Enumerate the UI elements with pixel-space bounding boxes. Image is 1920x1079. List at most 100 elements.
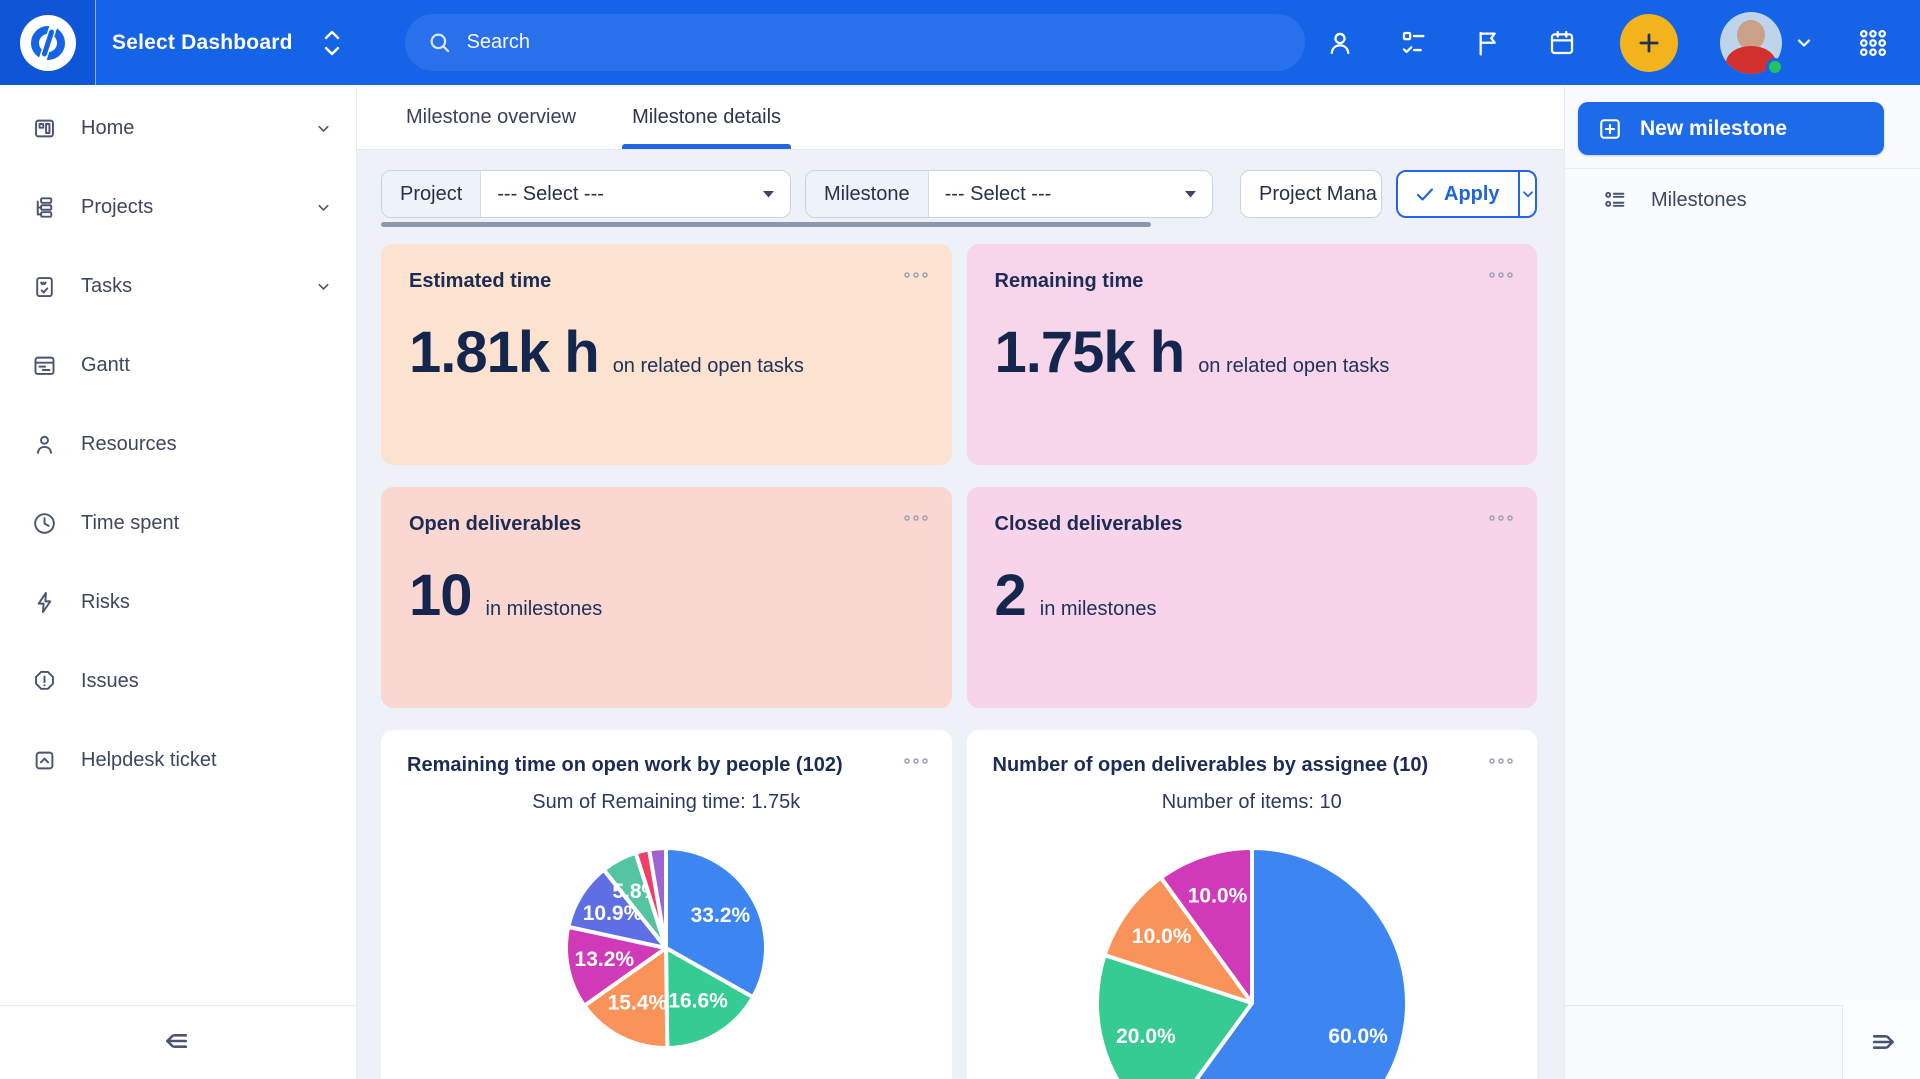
- apply-button-label: Apply: [1444, 183, 1500, 206]
- card-menu-icon[interactable]: [902, 754, 930, 769]
- collapse-sidebar-icon[interactable]: [161, 1024, 195, 1061]
- risks-icon: [31, 589, 58, 616]
- card-estimated-time: Estimated time 1.81k h on related open t…: [381, 244, 952, 465]
- pie-chart: 33.2%16.6%15.4%13.2%10.9%5.8%: [407, 842, 926, 1054]
- filter-project-label: Project: [382, 171, 481, 217]
- plus-icon: [1634, 28, 1664, 58]
- pie-chart: 60.0%20.0%10.0%10.0%: [993, 842, 1512, 1079]
- sidebar-item-label: Tasks: [81, 275, 292, 298]
- tab-milestone-details[interactable]: Milestone details: [622, 85, 791, 149]
- sidebar-item-projects[interactable]: Projects: [0, 168, 356, 247]
- svg-text:60.0%: 60.0%: [1328, 1025, 1388, 1048]
- sidebar-item-label: Helpdesk ticket: [81, 749, 332, 772]
- filter-project-select[interactable]: --- Select ---: [481, 171, 790, 217]
- card-menu-icon[interactable]: [1487, 268, 1515, 283]
- card-open-deliverables: Open deliverables 10 in milestones: [381, 487, 952, 708]
- dashboard-selector-label: Select Dashboard: [112, 31, 293, 55]
- svg-text:33.2%: 33.2%: [691, 904, 751, 927]
- card-title: Estimated time: [409, 270, 924, 293]
- sidebar-item-label: Risks: [81, 591, 332, 614]
- home-icon: [31, 115, 58, 142]
- sidebar-item-home[interactable]: Home: [0, 89, 356, 168]
- app-logo[interactable]: [0, 0, 96, 85]
- card-title: Open deliverables: [409, 513, 924, 536]
- add-button[interactable]: [1620, 14, 1678, 72]
- chevron-down-icon: [315, 199, 332, 216]
- card-caption: in milestones: [1040, 598, 1157, 621]
- new-milestone-button[interactable]: New milestone: [1578, 102, 1884, 155]
- sidebar-item-tasks[interactable]: Tasks: [0, 247, 356, 326]
- filter-project-manager[interactable]: Project Mana: [1240, 170, 1382, 218]
- filter-project-manager-label: Project Mana: [1241, 171, 1382, 217]
- pie-chart-svg: 33.2%16.6%15.4%13.2%10.9%5.8%: [560, 842, 772, 1054]
- card-caption: on related open tasks: [613, 355, 804, 378]
- dashboard-selector[interactable]: Select Dashboard: [112, 26, 345, 60]
- chart-open-deliverables-by-assignee: Number of open deliverables by assignee …: [967, 730, 1538, 1079]
- search-bar[interactable]: [405, 14, 1305, 71]
- card-value: 1.75k h: [995, 319, 1185, 386]
- dropdown-arrow-icon: [1185, 191, 1196, 198]
- tab-bar: Milestone overview Milestone details: [357, 85, 1564, 150]
- flag-icon[interactable]: [1472, 27, 1504, 59]
- card-value: 10: [409, 562, 472, 629]
- chevron-down-icon: [315, 278, 332, 295]
- chart-title: Remaining time on open work by people (1…: [407, 754, 926, 777]
- sidebar-item-resources[interactable]: Resources: [0, 405, 356, 484]
- sidebar: Home Projects Tasks Gantt: [0, 85, 357, 1079]
- svg-text:20.0%: 20.0%: [1116, 1025, 1176, 1048]
- apps-grid-icon[interactable]: [1856, 26, 1890, 60]
- sidebar-item-label: Home: [81, 117, 292, 140]
- card-value: 1.81k h: [409, 319, 599, 386]
- search-icon: [427, 30, 453, 56]
- account-menu: [1720, 12, 1814, 74]
- filter-horizontal-scrollbar[interactable]: [381, 222, 1151, 227]
- chevron-down-icon[interactable]: [1794, 33, 1814, 53]
- new-milestone-label: New milestone: [1640, 117, 1787, 141]
- right-panel-item-milestones[interactable]: Milestones: [1565, 169, 1920, 231]
- filter-milestone-label: Milestone: [806, 171, 929, 217]
- sidebar-item-label: Gantt: [81, 354, 332, 377]
- sidebar-item-gantt[interactable]: Gantt: [0, 326, 356, 405]
- pie-chart-svg: 60.0%20.0%10.0%10.0%: [1091, 842, 1413, 1079]
- tab-milestone-overview[interactable]: Milestone overview: [396, 85, 586, 149]
- card-menu-icon[interactable]: [902, 511, 930, 526]
- filter-milestone-select[interactable]: --- Select ---: [929, 171, 1212, 217]
- chart-remaining-time-by-people: Remaining time on open work by people (1…: [381, 730, 952, 1079]
- expand-panel-icon[interactable]: [1842, 1005, 1920, 1079]
- right-panel: New milestone Milestones: [1564, 85, 1920, 1079]
- user-icon[interactable]: [1324, 27, 1356, 59]
- search-input[interactable]: [467, 31, 1283, 54]
- card-menu-icon[interactable]: [1487, 511, 1515, 526]
- apply-options-chevron[interactable]: [1518, 172, 1536, 216]
- resources-icon: [31, 431, 58, 458]
- cards-grid: Estimated time 1.81k h on related open t…: [381, 244, 1537, 1079]
- checklist-icon[interactable]: [1398, 27, 1430, 59]
- avatar[interactable]: [1720, 12, 1782, 74]
- svg-text:16.6%: 16.6%: [669, 990, 729, 1013]
- filter-row: Project --- Select --- Milestone --- Sel…: [381, 170, 1537, 218]
- sidebar-item-time-spent[interactable]: Time spent: [0, 484, 356, 563]
- time-spent-icon: [31, 510, 58, 537]
- card-value: 2: [995, 562, 1026, 629]
- apply-button[interactable]: Apply: [1398, 172, 1518, 216]
- svg-text:15.4%: 15.4%: [608, 992, 668, 1015]
- online-status-dot: [1766, 58, 1784, 76]
- sidebar-item-risks[interactable]: Risks: [0, 563, 356, 642]
- sidebar-item-label: Resources: [81, 433, 332, 456]
- sidebar-item-helpdesk-ticket[interactable]: Helpdesk ticket: [0, 721, 356, 800]
- chevron-down-icon: [315, 120, 332, 137]
- sidebar-item-label: Time spent: [81, 512, 332, 535]
- chart-subtitle: Number of items: 10: [993, 791, 1512, 814]
- milestones-list-icon: [1602, 187, 1629, 214]
- sidebar-item-issues[interactable]: Issues: [0, 642, 356, 721]
- calendar-icon[interactable]: [1546, 27, 1578, 59]
- card-caption: on related open tasks: [1198, 355, 1389, 378]
- card-menu-icon[interactable]: [1487, 754, 1515, 769]
- filter-milestone: Milestone --- Select ---: [805, 170, 1213, 218]
- issues-icon: [31, 668, 58, 695]
- tab-label: Milestone overview: [406, 106, 576, 129]
- check-icon: [1416, 187, 1434, 202]
- svg-text:13.2%: 13.2%: [575, 948, 635, 971]
- dashboard-content: Project --- Select --- Milestone --- Sel…: [357, 150, 1564, 1079]
- card-menu-icon[interactable]: [902, 268, 930, 283]
